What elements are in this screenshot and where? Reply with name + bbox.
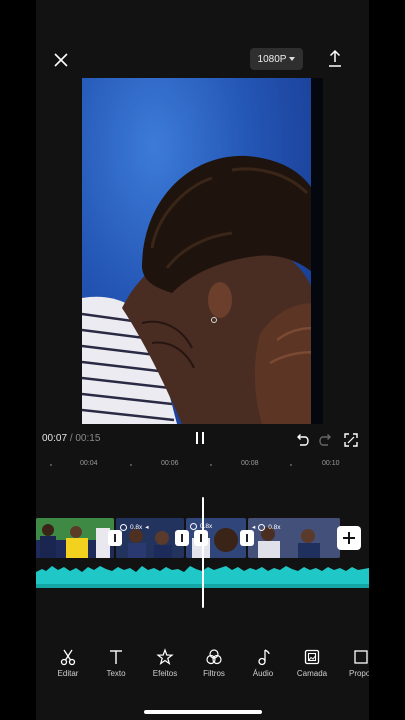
time-separator: /	[69, 433, 73, 444]
transition-icon	[246, 534, 248, 542]
preview-image	[82, 155, 323, 424]
tool-label: Editar	[57, 669, 79, 678]
pause-button[interactable]	[196, 432, 210, 446]
tool-label: Camada	[296, 669, 328, 678]
tool-texto[interactable]: Texto	[91, 648, 141, 678]
scissors-icon	[60, 649, 76, 666]
tool-editar[interactable]: Editar	[43, 648, 93, 678]
speed-label: 0.8x	[130, 523, 143, 531]
playback-controls: 00:07 / 00:15	[36, 428, 369, 452]
ruler-dot	[50, 464, 52, 466]
redo-icon	[319, 434, 331, 446]
resolution-dropdown[interactable]: 1080P	[250, 48, 303, 70]
speed-icon	[120, 523, 127, 531]
tool-label: Áudio	[252, 669, 274, 678]
music-note-icon	[258, 649, 270, 666]
transition-button[interactable]	[194, 530, 208, 546]
mute-icon: ◂	[145, 524, 149, 531]
upload-icon	[329, 49, 341, 67]
close-icon	[54, 53, 68, 67]
tool-efeitos[interactable]: Efeitos	[140, 648, 190, 678]
tool-audio[interactable]: Áudio	[238, 648, 288, 678]
video-clip[interactable]: ◂ 0.8x	[248, 518, 340, 558]
ruler-dot	[210, 464, 212, 466]
fullscreen-button[interactable]	[343, 432, 359, 448]
ruler-tick: 00:10	[322, 460, 340, 467]
tool-label: Texto	[106, 669, 126, 678]
tool-label: Filtros	[203, 669, 225, 678]
transition-button[interactable]	[240, 530, 254, 546]
close-button[interactable]	[50, 49, 72, 71]
speed-label: 0.8x	[268, 523, 281, 531]
undo-button[interactable]	[294, 432, 310, 448]
preview-letterbox	[311, 78, 323, 424]
ruler-dot	[290, 464, 292, 466]
tool-label: Propor	[348, 669, 369, 678]
timeline-ruler[interactable]: 00:04 00:06 00:08 00:10	[36, 456, 369, 474]
caret-down-icon	[289, 57, 296, 61]
text-icon	[110, 650, 122, 664]
pause-icon-bar	[202, 432, 204, 444]
filters-icon	[206, 649, 222, 665]
plus-icon	[343, 532, 355, 544]
ruler-tick: 00:04	[80, 460, 98, 467]
ruler-tick: 00:06	[161, 460, 179, 467]
transition-button[interactable]	[175, 530, 189, 546]
clip-thumbnail	[36, 518, 114, 558]
speed-icon	[190, 523, 197, 530]
preview-frame	[82, 78, 323, 424]
export-button[interactable]	[326, 48, 344, 70]
tool-proporcao[interactable]: Propor	[336, 648, 369, 678]
home-indicator[interactable]	[144, 710, 262, 714]
top-bar: 1080P	[36, 40, 369, 80]
playhead[interactable]	[202, 497, 204, 608]
tool-camada[interactable]: Camada	[287, 648, 337, 678]
total-time: 00:15	[75, 433, 101, 444]
editor-screen: 1080P 00:07 / 00:15 00:04 00:06 00:08 00…	[36, 0, 369, 720]
ruler-dot	[130, 464, 132, 466]
overlay-icon	[304, 649, 320, 665]
ruler-tick: 00:08	[241, 460, 259, 467]
speed-badge: ◂ 0.8x	[252, 523, 281, 531]
tool-label: Efeitos	[152, 669, 178, 678]
transition-icon	[181, 534, 183, 542]
undo-icon	[297, 434, 309, 446]
current-time: 00:07	[42, 433, 68, 444]
transition-icon	[114, 534, 116, 542]
speed-icon	[258, 523, 266, 531]
resolution-label: 1080P	[257, 53, 287, 65]
time-display: 00:07 / 00:15	[42, 433, 100, 444]
ratio-icon	[354, 650, 368, 664]
redo-button[interactable]	[318, 432, 334, 448]
bottom-toolbar: Editar Texto Efeitos Filtros Áudio Camad…	[36, 648, 369, 688]
fullscreen-icon	[344, 433, 358, 447]
pause-icon	[196, 432, 198, 444]
video-clip[interactable]: 0.8x ◂	[116, 518, 184, 558]
tool-filtros[interactable]: Filtros	[189, 648, 239, 678]
transition-button[interactable]	[108, 530, 122, 546]
effects-star-icon	[156, 648, 174, 665]
video-preview[interactable]	[82, 78, 323, 424]
video-clip[interactable]	[36, 518, 114, 558]
add-clip-button[interactable]	[337, 526, 361, 550]
speed-badge: 0.8x ◂	[120, 523, 149, 531]
